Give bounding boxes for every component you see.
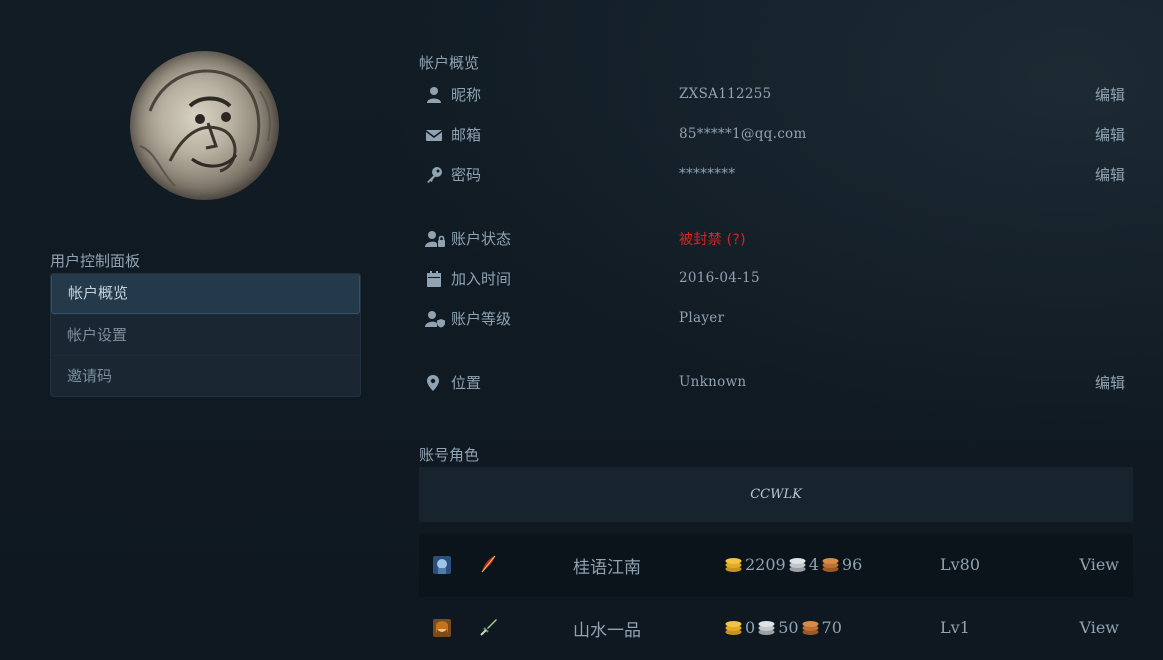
view-character-link[interactable]: View — [1079, 618, 1119, 637]
account-level-label: 账户等级 — [451, 310, 512, 328]
password-label: 密码 — [451, 166, 482, 184]
map-pin-icon — [427, 375, 439, 391]
sidebar-item-account-overview[interactable]: 帐户概览 — [51, 274, 360, 314]
overview-title: 帐户概览 — [419, 54, 480, 72]
account-status-label: 账户状态 — [451, 230, 512, 248]
character-money: 2209 4 96 — [724, 555, 862, 574]
character-name: 山水一品 — [573, 621, 641, 641]
nickname-label: 昵称 — [451, 86, 482, 104]
envelope-icon — [425, 130, 443, 141]
silver-amount: 50 — [778, 618, 799, 637]
edit-password-link[interactable]: 编辑 — [1095, 164, 1125, 185]
password-row: 密码 ******** 编辑 — [425, 163, 1131, 187]
characters-title: 账号角色 — [419, 446, 480, 464]
email-label: 邮箱 — [451, 126, 482, 144]
panel-title: 用户控制面板 — [50, 252, 141, 270]
key-icon — [427, 167, 442, 183]
gold-amount: 0 — [745, 618, 756, 637]
silver-coins-icon — [758, 621, 775, 635]
view-character-link[interactable]: View — [1079, 555, 1119, 574]
character-name: 桂语江南 — [573, 558, 641, 578]
edit-email-link[interactable]: 编辑 — [1095, 124, 1125, 145]
edit-nickname-link[interactable]: 编辑 — [1095, 84, 1125, 105]
realm-header: CCWLK — [419, 467, 1133, 522]
copper-amount: 96 — [841, 555, 863, 574]
draenei-icon — [433, 556, 451, 574]
gold-amount: 2209 — [745, 555, 786, 574]
character-money: 0 50 70 — [724, 618, 842, 637]
user-shield-icon — [425, 311, 445, 328]
account-level-value: Player — [679, 310, 725, 326]
copper-coins-icon — [802, 621, 819, 635]
nickname-value: ZXSA112255 — [679, 86, 772, 102]
password-value: ******** — [679, 166, 736, 182]
calendar-icon — [427, 271, 441, 287]
edit-location-link[interactable]: 编辑 — [1095, 372, 1125, 393]
sidebar-menu: 帐户概览 帐户设置 邀请码 — [50, 273, 361, 397]
location-row: 位置 Unknown 编辑 — [425, 371, 1131, 395]
nickname-row: 昵称 ZXSA112255 编辑 — [425, 83, 1131, 107]
sword-icon — [480, 619, 497, 636]
user-lock-icon — [425, 231, 445, 247]
account-status-row: 账户状态 被封禁 (?) — [425, 227, 1131, 251]
human-female-icon — [433, 619, 451, 637]
character-row[interactable]: 山水一品 0 50 70 Lv1 View — [419, 597, 1133, 660]
join-date-value: 2016-04-15 — [679, 270, 760, 286]
copper-coins-icon — [822, 558, 839, 572]
email-value: 85*****1@qq.com — [679, 126, 807, 142]
character-level: Lv80 — [940, 555, 981, 574]
feather-icon — [481, 555, 496, 573]
join-date-label: 加入时间 — [451, 270, 512, 288]
silver-coins-icon — [789, 558, 806, 572]
user-icon — [427, 87, 441, 103]
account-level-row: 账户等级 Player — [425, 307, 1131, 331]
join-date-row: 加入时间 2016-04-15 — [425, 267, 1131, 291]
user-avatar — [130, 51, 279, 200]
sidebar-item-invite-code[interactable]: 邀请码 — [51, 355, 360, 396]
sidebar-item-account-settings[interactable]: 帐户设置 — [51, 314, 360, 355]
character-row[interactable]: 桂语江南 2209 4 96 Lv80 View — [419, 534, 1133, 597]
gold-coins-icon — [725, 621, 742, 635]
location-value: Unknown — [679, 374, 747, 390]
copper-amount: 70 — [821, 618, 842, 637]
gold-coins-icon — [725, 558, 742, 572]
account-status-value[interactable]: 被封禁 (?) — [679, 229, 746, 249]
location-label: 位置 — [451, 374, 482, 392]
silver-amount: 4 — [808, 555, 819, 574]
character-level: Lv1 — [940, 618, 970, 637]
email-row: 邮箱 85*****1@qq.com 编辑 — [425, 123, 1131, 147]
